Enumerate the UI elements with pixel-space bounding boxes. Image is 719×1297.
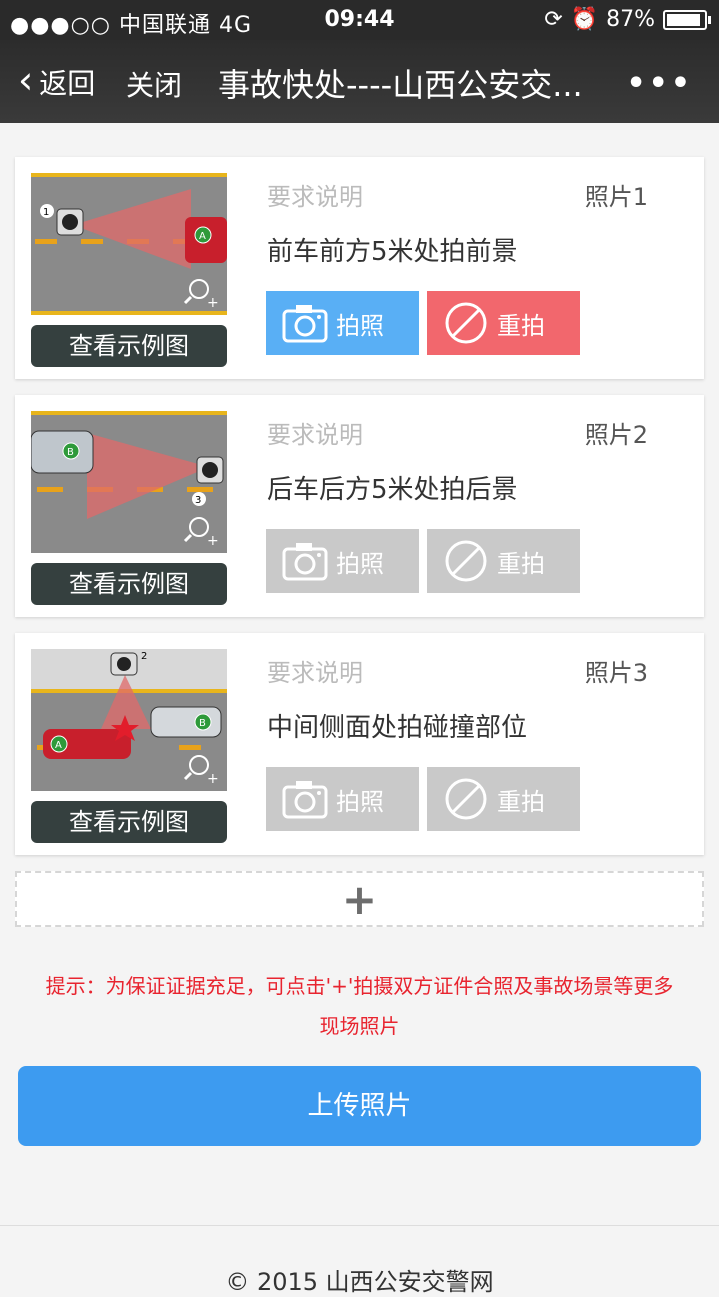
- retake-button[interactable]: 重拍: [427, 767, 580, 831]
- svg-text:B: B: [67, 447, 74, 458]
- example-thumbnail-1[interactable]: 1 A +: [31, 173, 227, 315]
- camera-icon: [282, 781, 328, 819]
- example-thumbnail-3[interactable]: 2 B A +: [31, 649, 227, 791]
- take-photo-button[interactable]: 拍照: [266, 529, 419, 593]
- retake-label: 重拍: [497, 787, 545, 816]
- svg-text:+: +: [207, 771, 219, 787]
- back-label: 返回: [39, 67, 96, 100]
- svg-text:1: 1: [43, 207, 49, 218]
- photo-card-2: B 3 + 查看示例图 要求说明 照片2 后车后方5米处拍后景 拍照 重拍: [15, 395, 704, 617]
- status-right: ⟳ ⏰ 87%: [544, 7, 711, 32]
- status-bar: ●●●○○ 中国联通 4G 09:44 ⟳ ⏰ 87%: [0, 0, 719, 40]
- take-photo-label: 拍照: [336, 549, 384, 578]
- retake-button[interactable]: 重拍: [427, 529, 580, 593]
- photo-number: 照片3: [584, 659, 648, 687]
- photo-card-3: 2 B A + 查看示例图 要求说明 照片3 中间侧面处拍碰撞部位 拍照 重拍: [15, 633, 704, 855]
- prohibit-icon: [445, 302, 487, 344]
- retake-label: 重拍: [497, 311, 545, 340]
- take-photo-label: 拍照: [336, 787, 384, 816]
- svg-text:2: 2: [141, 651, 147, 662]
- battery-icon: [663, 9, 711, 30]
- tip-text: 提示：为保证证据充足，可点击'+'拍摄双方证件合照及事故场景等更多 现场照片: [0, 966, 719, 1046]
- requirement-label: 要求说明: [267, 421, 363, 449]
- svg-text:+: +: [207, 295, 219, 311]
- take-photo-button[interactable]: 拍照: [266, 767, 419, 831]
- add-photo-button[interactable]: +: [15, 871, 704, 927]
- requirement-text: 后车后方5米处拍后景: [267, 475, 518, 505]
- camera-icon: [282, 305, 328, 343]
- page-title: 事故快处----山西公安交...: [218, 66, 583, 104]
- more-button[interactable]: •••: [626, 66, 693, 101]
- svg-text:A: A: [55, 740, 62, 751]
- photo-card-1: 1 A + 查看示例图 要求说明 照片1 前车前方5米处拍前景 拍照 重拍: [15, 157, 704, 379]
- photo-number: 照片2: [584, 421, 648, 449]
- requirement-label: 要求说明: [267, 659, 363, 687]
- requirement-text: 前车前方5米处拍前景: [267, 237, 518, 267]
- camera-icon: [282, 543, 328, 581]
- svg-text:+: +: [207, 533, 219, 549]
- svg-text:B: B: [199, 718, 206, 729]
- example-thumbnail-2[interactable]: B 3 +: [31, 411, 227, 553]
- prohibit-icon: [445, 540, 487, 582]
- retake-label: 重拍: [497, 549, 545, 578]
- alarm-icon: ⏰: [570, 7, 599, 32]
- retake-button[interactable]: 重拍: [427, 291, 580, 355]
- chevron-left-icon: ‹: [18, 58, 34, 102]
- photo-number: 照片1: [584, 183, 648, 211]
- view-example-button[interactable]: 查看示例图: [31, 801, 227, 843]
- footer-divider: [0, 1225, 719, 1226]
- close-button[interactable]: 关闭: [126, 64, 182, 104]
- plus-icon: +: [341, 875, 378, 924]
- requirement-label: 要求说明: [267, 183, 363, 211]
- prohibit-icon: [445, 778, 487, 820]
- rotation-lock-icon: ⟳: [544, 7, 563, 32]
- battery-percent: 87%: [606, 7, 655, 32]
- take-photo-button[interactable]: 拍照: [266, 291, 419, 355]
- requirement-text: 中间侧面处拍碰撞部位: [267, 713, 528, 743]
- view-example-button[interactable]: 查看示例图: [31, 563, 227, 605]
- take-photo-label: 拍照: [336, 311, 384, 340]
- nav-bar: ‹ 返回 关闭 事故快处----山西公安交... •••: [0, 40, 719, 123]
- svg-text:A: A: [199, 231, 206, 242]
- back-button[interactable]: ‹ 返回: [18, 58, 96, 102]
- tip-line-1: 提示：为保证证据充足，可点击'+'拍摄双方证件合照及事故场景等更多: [45, 974, 674, 998]
- tip-line-2: 现场照片: [319, 1014, 400, 1038]
- upload-photos-button[interactable]: 上传照片: [18, 1066, 701, 1146]
- svg-text:3: 3: [195, 495, 201, 506]
- view-example-button[interactable]: 查看示例图: [31, 325, 227, 367]
